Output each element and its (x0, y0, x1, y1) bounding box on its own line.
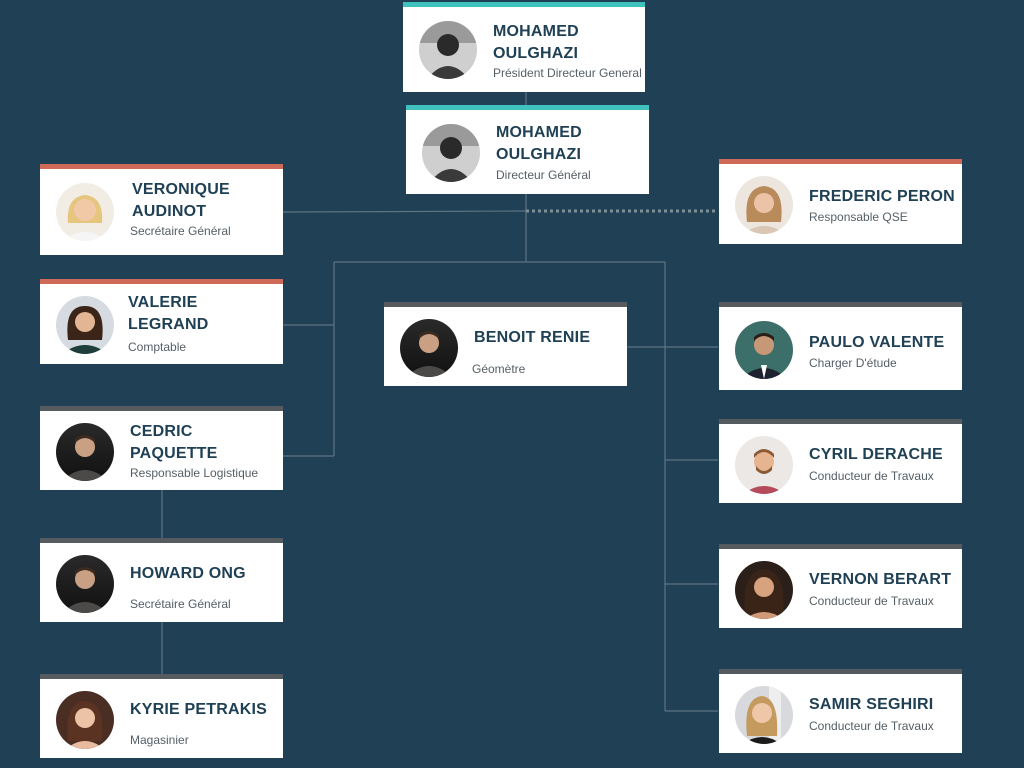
person-role: Président Directeur General (493, 66, 642, 80)
person-role: Comptable (128, 340, 187, 354)
person-name: VERNON BERART (809, 571, 952, 588)
avatar-photo (735, 561, 793, 619)
avatar-photo (56, 296, 114, 354)
avatar-photo (56, 423, 114, 481)
avatar-photo (735, 176, 793, 234)
person-role: Responsable Logistique (130, 466, 259, 480)
person-name: FREDERIC PERON (809, 188, 955, 205)
person-name: VERONIQUE AUDINOT (132, 181, 230, 220)
avatar-photo (56, 691, 114, 749)
person-name: PAULO VALENTE (809, 334, 945, 351)
person-role: Responsable QSE (809, 210, 908, 224)
org-card-vernon[interactable]: VERNON BERART Conducteur de Travaux (719, 544, 962, 628)
connector-veronique (282, 210, 527, 213)
person-name: KYRIE PETRAKIS (130, 701, 268, 718)
person-role: Conducteur de Travaux (809, 469, 934, 483)
org-card-benoit[interactable]: BENOIT RENIE Géomètre (384, 302, 627, 386)
person-role: Directeur Général (496, 168, 591, 182)
org-card-director[interactable]: MOHAMED OULGHAZI Directeur Général (406, 105, 649, 194)
person-name: MOHAMED OULGHAZI (493, 23, 579, 62)
person-name: SAMIR SEGHIRI (809, 696, 934, 713)
person-name: CYRIL DERACHE (809, 446, 943, 463)
person-role: Conducteur de Travaux (809, 594, 934, 608)
avatar-photo (735, 436, 793, 494)
person-name: HOWARD ONG (130, 565, 246, 582)
person-name: MOHAMED OULGHAZI (496, 124, 582, 163)
org-card-howard[interactable]: HOWARD ONG Secrétaire Général (40, 538, 283, 622)
avatar-photo (735, 321, 793, 379)
org-card-samir[interactable]: SAMIR SEGHIRI Conducteur de Travaux (719, 669, 962, 753)
org-card-cyril[interactable]: CYRIL DERACHE Conducteur de Travaux (719, 419, 962, 503)
person-role: Magasinier (130, 733, 189, 747)
person-name: CEDRIC PAQUETTE (130, 423, 218, 462)
org-card-paulo[interactable]: PAULO VALENTE Charger D'étude (719, 302, 962, 390)
avatar-photo (56, 183, 114, 241)
person-name: BENOIT RENIE (474, 329, 591, 346)
avatar-photo (56, 555, 114, 613)
avatar-photo (419, 21, 477, 79)
person-role: Secrétaire Général (130, 224, 231, 238)
org-card-president[interactable]: MOHAMED OULGHAZI Président Directeur Gen… (403, 2, 645, 92)
org-card-frederic[interactable]: FREDERIC PERON Responsable QSE (719, 159, 962, 244)
org-card-cedric[interactable]: CEDRIC PAQUETTE Responsable Logistique (40, 406, 283, 490)
person-role: Charger D'étude (809, 356, 897, 370)
avatar-photo (735, 686, 793, 744)
avatar-photo (422, 124, 480, 182)
person-role: Conducteur de Travaux (809, 719, 934, 733)
person-role: Géomètre (472, 362, 526, 376)
avatar-photo (400, 319, 458, 377)
person-name: VALERIE LEGRAND (128, 294, 209, 333)
org-card-kyrie[interactable]: KYRIE PETRAKIS Magasinier (40, 674, 283, 758)
person-role: Secrétaire Général (130, 597, 231, 611)
org-card-veronique[interactable]: VERONIQUE AUDINOT Secrétaire Général (40, 164, 283, 255)
org-card-valerie[interactable]: VALERIE LEGRAND Comptable (40, 279, 283, 364)
